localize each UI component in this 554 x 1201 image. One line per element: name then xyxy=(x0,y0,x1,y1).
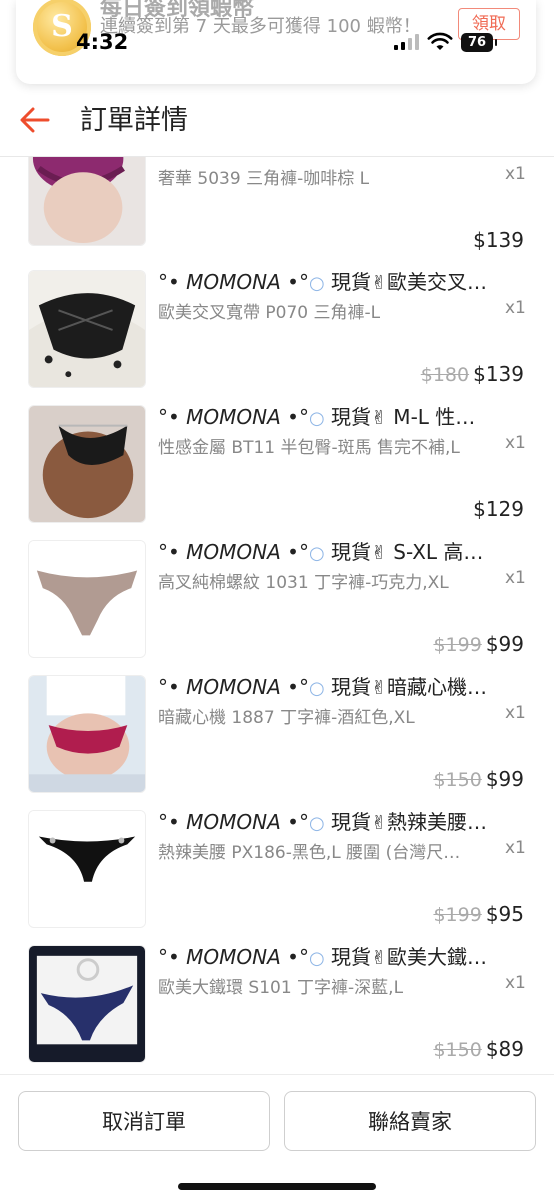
price-row: $180 $139 xyxy=(421,362,524,386)
product-thumbnail[interactable] xyxy=(28,156,146,246)
quantity-text: x1 xyxy=(505,703,526,723)
product-title: °• MOMONA •°○ 現貨✌歐美交叉… xyxy=(158,270,487,294)
hand-emoji-icon: ✌ xyxy=(371,947,387,969)
hand-emoji-icon: ✌ xyxy=(371,677,387,699)
hand-emoji-icon: ✌ xyxy=(371,407,387,429)
price-text: $139 xyxy=(473,228,524,252)
product-thumbnail[interactable] xyxy=(28,810,146,928)
order-item[interactable]: °• MOMONA •°○ 現貨✌熱辣美腰… 熱辣美腰 PX186-黑色,L 腰… xyxy=(0,802,554,937)
variant-text: 歐美大鐵環 S101 丁字褲-深藍,L xyxy=(158,978,404,998)
bubble-icon: ○ xyxy=(308,678,325,699)
price-row: $199 $99 xyxy=(433,632,524,656)
page-title: 訂單詳情 xyxy=(80,105,188,136)
price-row: $139 xyxy=(473,228,524,252)
quantity-text: x1 xyxy=(505,164,526,184)
price-text: $95 xyxy=(485,902,524,926)
original-price: $150 xyxy=(433,1039,482,1061)
home-indicator[interactable] xyxy=(178,1183,376,1190)
product-title: °• MOMONA •°○ 現貨✌ S-XL 高… xyxy=(158,540,484,564)
variant-text: 性感金屬 BT11 半包臀-斑馬 售完不補,L xyxy=(158,438,460,458)
cellular-signal-icon xyxy=(394,34,419,50)
bubble-icon: ○ xyxy=(308,408,325,429)
product-title: °• MOMONA •°○ 現貨✌歐美大鐵… xyxy=(158,945,487,969)
bubble-icon: ○ xyxy=(308,813,325,834)
product-thumbnail[interactable] xyxy=(28,675,146,793)
bubble-icon: ○ xyxy=(308,273,325,294)
price-text: $89 xyxy=(485,1037,524,1061)
variant-text: 歐美交叉寬帶 P070 三角褲-L xyxy=(158,303,381,323)
order-item[interactable]: °• MOMONA •°○ 現貨✌ S-XL 高… 高叉純棉螺紋 1031 丁字… xyxy=(0,532,554,667)
product-thumbnail[interactable] xyxy=(28,945,146,1063)
status-time: 4:32 xyxy=(76,30,129,54)
bottom-action-bar: 取消訂單 聯絡賣家 xyxy=(0,1074,554,1201)
product-title: °• MOMONA •°○ 現貨✌暗藏心機… xyxy=(158,675,487,699)
order-item[interactable]: °• MOMONA •°○ 現貨✌歐美交叉… 歐美交叉寬帶 P070 三角褲-L… xyxy=(0,262,554,397)
price-row: $150 $89 xyxy=(433,1037,524,1061)
product-title: °• MOMONA •°○ 現貨✌ M-L 性… xyxy=(158,405,476,429)
bubble-icon: ○ xyxy=(308,948,325,969)
order-item[interactable]: °• MOMONA •°○ 現貨✌暗藏心機… 暗藏心機 1887 丁字褲-酒紅色… xyxy=(0,667,554,802)
product-thumbnail[interactable] xyxy=(28,540,146,658)
quantity-text: x1 xyxy=(505,838,526,858)
variant-text: 暗藏心機 1887 丁字褲-酒紅色,XL xyxy=(158,708,415,728)
product-title: °• MOMONA •°○ 現貨✌熱辣美腰… xyxy=(158,810,487,834)
quantity-text: x1 xyxy=(505,568,526,588)
hand-emoji-icon: ✌ xyxy=(371,272,387,294)
contact-seller-button[interactable]: 聯絡賣家 xyxy=(284,1091,536,1151)
original-price: $180 xyxy=(420,364,470,386)
price-text: $99 xyxy=(485,767,524,791)
hand-emoji-icon: ✌ xyxy=(371,542,387,564)
price-text: $99 xyxy=(485,632,524,656)
original-price: $150 xyxy=(433,769,482,791)
back-arrow-icon[interactable] xyxy=(16,100,56,140)
price-text: $129 xyxy=(473,497,524,521)
price-row: $129 xyxy=(473,497,524,521)
price-row: $199 $95 xyxy=(433,902,524,926)
variant-text: 高叉純棉螺紋 1031 丁字褲-巧克力,XL xyxy=(158,573,449,593)
order-item[interactable]: °• MOMONA •°○ 現貨✌歐美大鐵… 歐美大鐵環 S101 丁字褲-深藍… xyxy=(0,937,554,1072)
quantity-text: x1 xyxy=(505,433,526,453)
price-text: $139 xyxy=(473,362,524,386)
status-icons: 76 xyxy=(394,31,497,53)
price-row: $150 $99 xyxy=(433,767,524,791)
battery-icon: 76 xyxy=(461,32,497,52)
wifi-icon xyxy=(427,32,453,50)
page-header: 訂單詳情 xyxy=(0,84,554,157)
cancel-order-button[interactable]: 取消訂單 xyxy=(18,1091,270,1151)
variant-text: 奢華 5039 三角褲-咖啡棕 L xyxy=(158,169,370,189)
order-item[interactable]: 奢華 5039 三角褲-咖啡棕 L x1 $139 xyxy=(0,156,554,255)
order-item[interactable]: °• MOMONA •°○ 現貨✌ M-L 性… 性感金屬 BT11 半包臀-斑… xyxy=(0,397,554,532)
variant-text: 熱辣美腰 PX186-黑色,L 腰圍 (台灣尺… xyxy=(158,843,461,863)
bubble-icon: ○ xyxy=(308,543,325,564)
hand-emoji-icon: ✌ xyxy=(371,812,387,834)
order-item-list[interactable]: 奢華 5039 三角褲-咖啡棕 L x1 $139 °• MOMONA •°○ … xyxy=(0,156,554,1074)
original-price: $199 xyxy=(433,634,482,656)
product-thumbnail[interactable] xyxy=(28,270,146,388)
quantity-text: x1 xyxy=(505,298,526,318)
quantity-text: x1 xyxy=(505,973,526,993)
product-thumbnail[interactable] xyxy=(28,405,146,523)
original-price: $199 xyxy=(433,904,482,926)
